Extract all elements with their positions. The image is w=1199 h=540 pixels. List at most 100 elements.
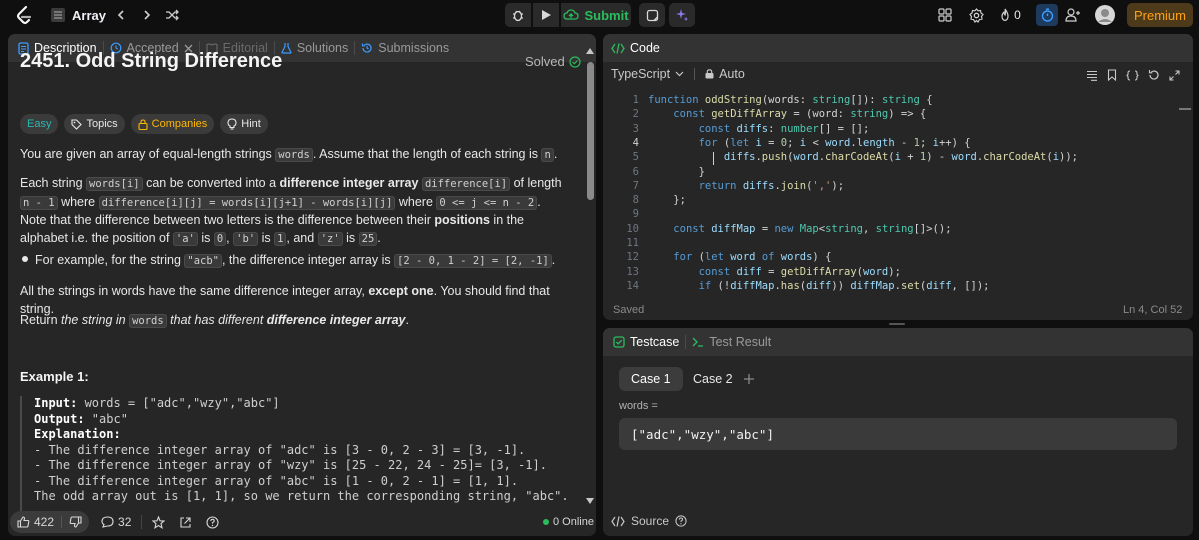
hint-chip[interactable]: Hint bbox=[220, 114, 268, 134]
tab-code[interactable]: Code bbox=[603, 41, 666, 55]
star-icon[interactable] bbox=[152, 515, 166, 529]
leetcode-logo-icon[interactable] bbox=[14, 5, 34, 25]
play-icon bbox=[540, 9, 552, 21]
description-paragraph-4: Return the string in words that has diff… bbox=[20, 312, 570, 331]
thumbs-up-icon bbox=[17, 516, 30, 528]
text: . bbox=[553, 147, 558, 161]
bookmark-icon[interactable] bbox=[1107, 69, 1117, 81]
layout-icon[interactable] bbox=[936, 6, 954, 24]
code-toolbar: TypeScript Auto bbox=[611, 67, 745, 81]
code-line: function oddString(words: string[]): str… bbox=[648, 94, 933, 106]
user-avatar[interactable] bbox=[1095, 5, 1115, 25]
comment-count: 32 bbox=[118, 515, 132, 529]
checkbox-icon bbox=[613, 336, 625, 348]
add-friend-icon[interactable] bbox=[1064, 6, 1082, 24]
inline-code: words[i] bbox=[86, 177, 143, 191]
case-2-tab[interactable]: Case 2 bbox=[681, 367, 745, 391]
streak-counter[interactable]: 0 bbox=[996, 6, 1024, 24]
premium-button[interactable]: Premium bbox=[1127, 3, 1193, 27]
topics-label: Topics bbox=[86, 118, 118, 130]
companies-chip[interactable]: Companies bbox=[130, 114, 215, 134]
tab-submissions[interactable]: Submissions bbox=[355, 41, 455, 55]
footer-divider bbox=[141, 515, 143, 529]
top-navbar: Array Submit 0 Premium bbox=[0, 0, 1199, 30]
example-bullet: For example, for the string "acb", the d… bbox=[20, 253, 570, 268]
shuffle-icon[interactable] bbox=[163, 6, 181, 24]
topics-chip[interactable]: Topics bbox=[64, 114, 125, 134]
submit-button[interactable]: Submit bbox=[561, 3, 631, 27]
tab-testcase-label: Testcase bbox=[630, 335, 680, 349]
like-divider bbox=[61, 516, 63, 528]
problem-title[interactable]: 2451. Odd String Difference bbox=[20, 50, 282, 73]
add-case-plus-icon[interactable] bbox=[743, 373, 755, 385]
input-value: words = ["adc","wzy","abc"] bbox=[77, 396, 280, 410]
settings-gear-icon[interactable] bbox=[967, 6, 985, 24]
inline-code: 'z' bbox=[317, 231, 343, 246]
braces-icon[interactable] bbox=[1126, 69, 1139, 81]
scroll-up-arrow-icon[interactable] bbox=[586, 48, 594, 54]
scroll-down-arrow-icon[interactable] bbox=[586, 498, 594, 504]
reset-icon[interactable] bbox=[1148, 69, 1160, 81]
tab-solutions[interactable]: Solutions bbox=[275, 41, 354, 55]
run-button[interactable] bbox=[533, 3, 559, 27]
testcase-input-field[interactable]: ["adc","wzy","abc"] bbox=[619, 418, 1177, 450]
problem-list-button[interactable]: Array bbox=[50, 5, 106, 25]
hint-label: Hint bbox=[241, 118, 261, 130]
cursor-position: Ln 4, Col 52 bbox=[1123, 304, 1183, 316]
tag-icon bbox=[71, 118, 83, 130]
code-line: for (let word of words) { bbox=[673, 251, 832, 264]
help-circle-icon[interactable] bbox=[675, 515, 687, 527]
italic-text: that has different bbox=[166, 313, 267, 327]
expand-icon[interactable] bbox=[1169, 69, 1180, 81]
bold-text: except one bbox=[368, 284, 434, 298]
thumbs-down-icon[interactable] bbox=[69, 516, 82, 528]
tab-submissions-label: Submissions bbox=[378, 41, 450, 55]
online-indicator: 0 Online bbox=[543, 516, 594, 528]
line-number: 6 bbox=[632, 165, 639, 178]
tab-testcase[interactable]: Testcase bbox=[603, 335, 685, 349]
text: is bbox=[342, 230, 359, 245]
debug-button[interactable] bbox=[505, 3, 531, 27]
editor-actions bbox=[1086, 69, 1180, 81]
code-editor[interactable]: 1 2 3 4 5 6 7 8 9 10 11 12 13 14 function oddString(w… bbox=[603, 94, 1193, 320]
difficulty-badge: Easy bbox=[20, 114, 59, 134]
italic-text: the string in bbox=[61, 313, 130, 327]
code-panel: Code TypeScript Auto 1 2 3 4 5 6 7 8 9 10 11 12 13 14… bbox=[603, 34, 1193, 320]
save-status: Saved bbox=[613, 304, 645, 316]
explanation-line: The odd array out is [1, 1], so we retur… bbox=[34, 489, 569, 503]
inline-code: words bbox=[129, 314, 167, 328]
next-problem-icon[interactable] bbox=[138, 6, 156, 24]
code-line: const diffMap = new Map<string, string[]… bbox=[673, 222, 952, 235]
description-scrollbar-thumb[interactable] bbox=[587, 62, 594, 200]
tab-test-result[interactable]: Test Result bbox=[686, 335, 777, 349]
line-number: 11 bbox=[626, 237, 639, 249]
line-number: 3 bbox=[632, 122, 639, 135]
bold-text: difference integer array bbox=[279, 176, 419, 190]
source-label[interactable]: Source bbox=[631, 514, 669, 528]
format-lines-icon[interactable] bbox=[1086, 70, 1098, 81]
prev-problem-icon[interactable] bbox=[112, 6, 130, 24]
example-block: Input: words = ["adc","wzy","abc"] Output… bbox=[20, 396, 575, 511]
explanation-line: - The difference integer array of "abc" … bbox=[34, 473, 519, 488]
language-label: TypeScript bbox=[611, 67, 671, 81]
case-1-tab[interactable]: Case 1 bbox=[619, 367, 683, 391]
flask-icon bbox=[281, 42, 292, 54]
comments-button[interactable]: 32 bbox=[101, 515, 131, 529]
resize-handle[interactable] bbox=[889, 323, 905, 325]
notes-button[interactable] bbox=[639, 3, 665, 27]
sparkle-icon bbox=[675, 8, 689, 22]
language-selector[interactable]: TypeScript bbox=[611, 67, 684, 81]
flame-icon bbox=[999, 8, 1011, 22]
problem-list-label: Array bbox=[72, 7, 106, 23]
like-button[interactable]: 422 bbox=[10, 511, 90, 533]
lock-icon bbox=[705, 69, 714, 79]
run-submit-group: Submit bbox=[505, 3, 695, 27]
ai-assist-button[interactable] bbox=[669, 3, 695, 27]
help-circle-icon[interactable] bbox=[206, 515, 219, 529]
timer-button[interactable] bbox=[1036, 4, 1058, 26]
text: You are given an array of equal-length s… bbox=[20, 147, 276, 161]
auto-mode-toggle[interactable]: Auto bbox=[705, 67, 745, 81]
share-icon[interactable] bbox=[179, 516, 192, 529]
terminal-icon bbox=[692, 337, 704, 347]
variable-label: words = bbox=[619, 400, 658, 412]
